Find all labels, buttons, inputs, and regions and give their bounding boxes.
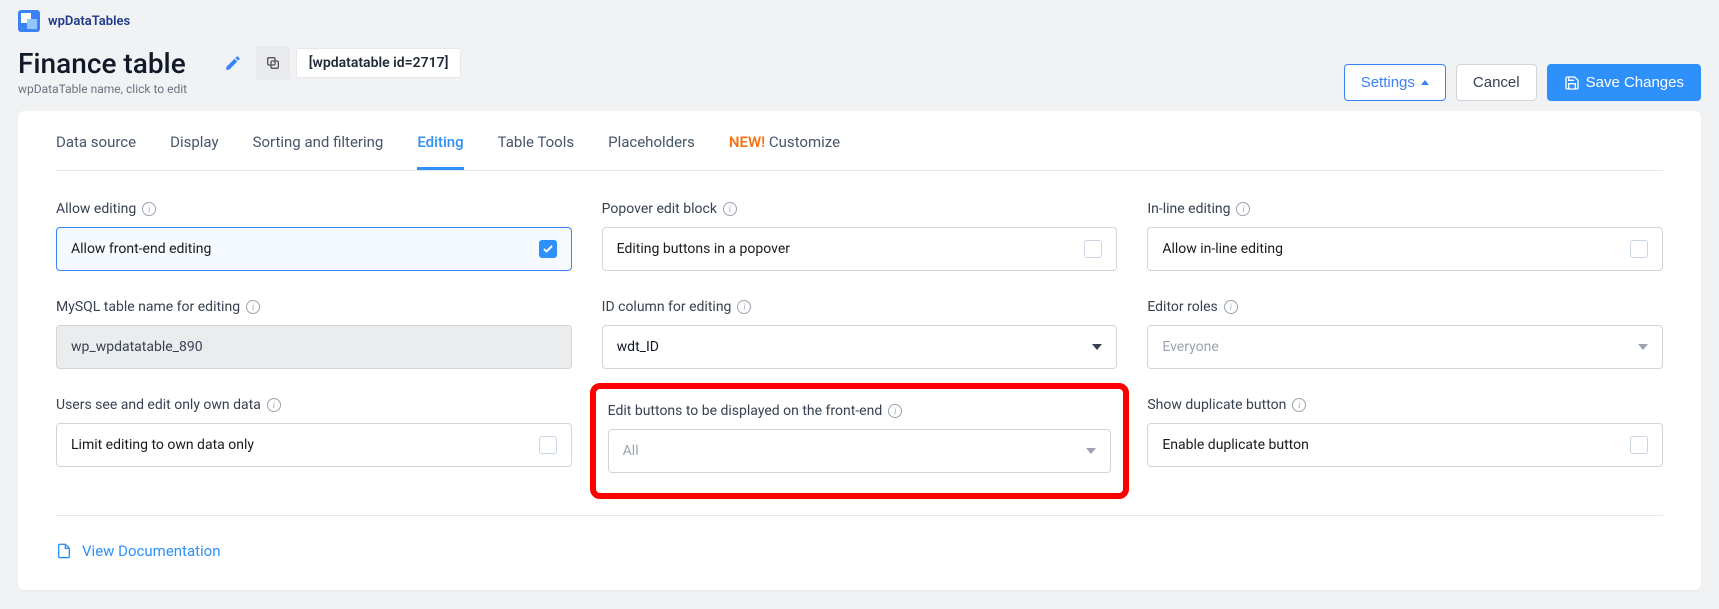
popover-toggle[interactable]: Editing buttons in a popover: [602, 227, 1118, 271]
allow-editing-toggle[interactable]: Allow front-end editing: [56, 227, 572, 271]
document-icon: [56, 542, 72, 560]
settings-panel: Data source Display Sorting and filterin…: [18, 111, 1701, 590]
field-duplicate: Show duplicate buttoni Enable duplicate …: [1147, 397, 1663, 479]
info-icon[interactable]: i: [1236, 202, 1250, 216]
field-own-data: Users see and edit only own datai Limit …: [56, 397, 572, 479]
checkbox-unchecked-icon: [1084, 240, 1102, 258]
topbar: wpDataTables: [18, 10, 1701, 32]
copy-shortcode-button[interactable]: [256, 46, 290, 80]
field-inline-editing: In-line editingi Allow in-line editing: [1147, 201, 1663, 271]
page-title[interactable]: Finance table: [18, 47, 186, 80]
info-icon[interactable]: i: [142, 202, 156, 216]
brand-name: wpDataTables: [48, 14, 130, 29]
tabs: Data source Display Sorting and filterin…: [56, 111, 1663, 171]
settings-button-label: Settings: [1361, 74, 1415, 91]
shortcode-display: [wpdatatable id=2717]: [296, 48, 462, 78]
checkbox-unchecked-icon: [1630, 436, 1648, 454]
tab-table-tools[interactable]: Table Tools: [498, 111, 574, 170]
field-popover-edit: Popover edit blocki Editing buttons in a…: [602, 201, 1118, 271]
info-icon[interactable]: i: [1224, 300, 1238, 314]
copy-icon: [265, 55, 281, 71]
checkbox-checked-icon: [539, 240, 557, 258]
tab-data-source[interactable]: Data source: [56, 111, 136, 170]
chevron-down-icon: [1086, 448, 1096, 454]
own-data-toggle[interactable]: Limit editing to own data only: [56, 423, 572, 467]
duplicate-toggle[interactable]: Enable duplicate button: [1147, 423, 1663, 467]
tab-customize[interactable]: NEW! Customize: [729, 111, 840, 170]
brand-logo-icon: [18, 10, 40, 32]
field-edit-buttons-highlighted: Edit buttons to be displayed on the fron…: [590, 383, 1130, 499]
checkbox-unchecked-icon: [539, 436, 557, 454]
checkbox-unchecked-icon: [1630, 240, 1648, 258]
tab-display[interactable]: Display: [170, 111, 218, 170]
edit-title-button[interactable]: [216, 46, 250, 80]
cancel-button[interactable]: Cancel: [1456, 64, 1537, 101]
inline-editing-toggle[interactable]: Allow in-line editing: [1147, 227, 1663, 271]
tab-editing[interactable]: Editing: [417, 111, 463, 170]
mysql-table-input: wp_wpdatatable_890: [56, 325, 572, 369]
header: Finance table [wpdatatable id=2717] wpDa…: [18, 46, 1701, 101]
pencil-icon: [224, 54, 242, 72]
save-button[interactable]: Save Changes: [1547, 64, 1701, 101]
view-documentation-link[interactable]: View Documentation: [56, 542, 221, 560]
info-icon[interactable]: i: [267, 398, 281, 412]
save-icon: [1564, 75, 1580, 91]
info-icon[interactable]: i: [737, 300, 751, 314]
info-icon[interactable]: i: [1292, 398, 1306, 412]
page-subtitle: wpDataTable name, click to edit: [18, 82, 461, 96]
field-allow-editing: Allow editingi Allow front-end editing: [56, 201, 572, 271]
field-mysql-table: MySQL table name for editingi wp_wpdatat…: [56, 299, 572, 369]
save-button-label: Save Changes: [1586, 74, 1684, 91]
chevron-down-icon: [1638, 344, 1648, 350]
tab-placeholders[interactable]: Placeholders: [608, 111, 695, 170]
edit-buttons-select[interactable]: All: [608, 429, 1112, 473]
field-id-column: ID column for editingi wdt_ID: [602, 299, 1118, 369]
editing-grid: Allow editingi Allow front-end editing P…: [56, 201, 1663, 479]
chevron-down-icon: [1092, 344, 1102, 350]
field-editor-roles: Editor rolesi Everyone: [1147, 299, 1663, 369]
chevron-up-icon: [1421, 80, 1429, 85]
editor-roles-select[interactable]: Everyone: [1147, 325, 1663, 369]
cancel-button-label: Cancel: [1473, 74, 1520, 91]
info-icon[interactable]: i: [723, 202, 737, 216]
info-icon[interactable]: i: [888, 404, 902, 418]
settings-button[interactable]: Settings: [1344, 64, 1446, 101]
info-icon[interactable]: i: [246, 300, 260, 314]
id-column-select[interactable]: wdt_ID: [602, 325, 1118, 369]
tab-sorting[interactable]: Sorting and filtering: [253, 111, 384, 170]
